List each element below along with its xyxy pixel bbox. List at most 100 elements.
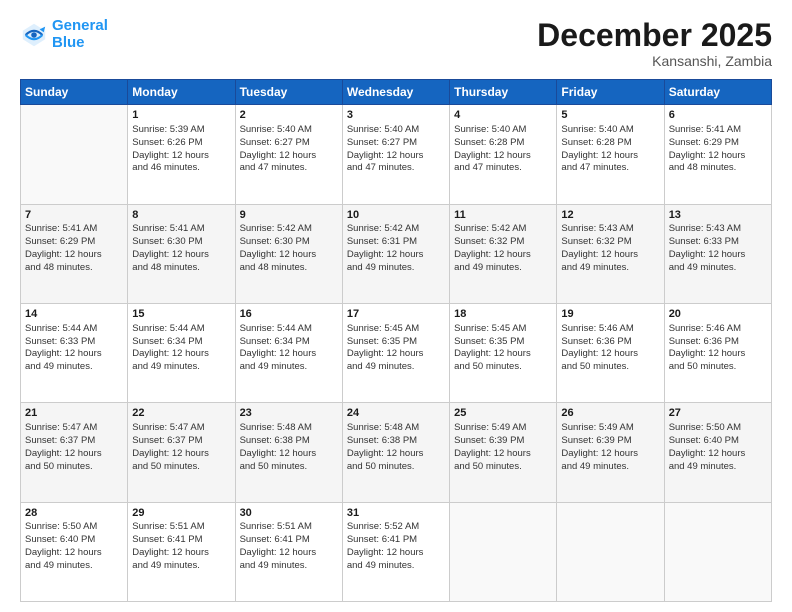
table-row: 22Sunrise: 5:47 AMSunset: 6:37 PMDayligh… — [128, 403, 235, 502]
logo-line1: General — [52, 17, 108, 34]
day-info: Sunrise: 5:48 AM — [347, 422, 445, 435]
day-info: Daylight: 12 hours — [561, 448, 659, 461]
table-row: 16Sunrise: 5:44 AMSunset: 6:34 PMDayligh… — [235, 303, 342, 402]
day-info: Sunrise: 5:40 AM — [561, 124, 659, 137]
day-info: and 49 minutes. — [240, 361, 338, 374]
day-info: Sunset: 6:36 PM — [561, 336, 659, 349]
day-info: Sunrise: 5:47 AM — [25, 422, 123, 435]
calendar-week-1: 1Sunrise: 5:39 AMSunset: 6:26 PMDaylight… — [21, 105, 772, 204]
table-row — [557, 502, 664, 601]
table-row: 23Sunrise: 5:48 AMSunset: 6:38 PMDayligh… — [235, 403, 342, 502]
logo-line2: Blue — [52, 34, 85, 51]
day-info: and 48 minutes. — [240, 262, 338, 275]
logo: General Blue — [20, 18, 108, 51]
day-info: Sunset: 6:33 PM — [669, 236, 767, 249]
day-info: Sunrise: 5:49 AM — [454, 422, 552, 435]
table-row: 7Sunrise: 5:41 AMSunset: 6:29 PMDaylight… — [21, 204, 128, 303]
day-info: Sunset: 6:32 PM — [454, 236, 552, 249]
day-info: Sunset: 6:30 PM — [132, 236, 230, 249]
col-wednesday: Wednesday — [342, 80, 449, 105]
table-row: 19Sunrise: 5:46 AMSunset: 6:36 PMDayligh… — [557, 303, 664, 402]
day-info: Sunrise: 5:39 AM — [132, 124, 230, 137]
day-number: 21 — [25, 406, 123, 421]
day-info: Sunset: 6:38 PM — [240, 435, 338, 448]
day-info: Daylight: 12 hours — [561, 348, 659, 361]
col-monday: Monday — [128, 80, 235, 105]
calendar-week-3: 14Sunrise: 5:44 AMSunset: 6:33 PMDayligh… — [21, 303, 772, 402]
day-info: Daylight: 12 hours — [669, 348, 767, 361]
day-info: Daylight: 12 hours — [240, 150, 338, 163]
day-info: Sunrise: 5:49 AM — [561, 422, 659, 435]
day-info: Daylight: 12 hours — [25, 249, 123, 262]
day-info: and 47 minutes. — [561, 162, 659, 175]
day-info: and 49 minutes. — [669, 262, 767, 275]
day-info: Sunset: 6:37 PM — [132, 435, 230, 448]
day-info: and 46 minutes. — [132, 162, 230, 175]
day-info: and 48 minutes. — [25, 262, 123, 275]
day-number: 19 — [561, 307, 659, 322]
day-info: Sunset: 6:33 PM — [25, 336, 123, 349]
table-row: 5Sunrise: 5:40 AMSunset: 6:28 PMDaylight… — [557, 105, 664, 204]
day-info: Sunset: 6:31 PM — [347, 236, 445, 249]
day-info: and 50 minutes. — [25, 461, 123, 474]
table-row: 26Sunrise: 5:49 AMSunset: 6:39 PMDayligh… — [557, 403, 664, 502]
day-info: Daylight: 12 hours — [347, 249, 445, 262]
table-row: 18Sunrise: 5:45 AMSunset: 6:35 PMDayligh… — [450, 303, 557, 402]
day-info: Sunrise: 5:44 AM — [240, 323, 338, 336]
table-row: 2Sunrise: 5:40 AMSunset: 6:27 PMDaylight… — [235, 105, 342, 204]
day-info: and 48 minutes. — [132, 262, 230, 275]
header: General Blue December 2025 Kansanshi, Za… — [20, 18, 772, 69]
day-info: Daylight: 12 hours — [25, 348, 123, 361]
day-number: 5 — [561, 108, 659, 123]
day-info: and 50 minutes. — [240, 461, 338, 474]
day-info: Sunrise: 5:43 AM — [669, 223, 767, 236]
day-info: Daylight: 12 hours — [669, 150, 767, 163]
table-row: 30Sunrise: 5:51 AMSunset: 6:41 PMDayligh… — [235, 502, 342, 601]
day-info: Sunset: 6:34 PM — [132, 336, 230, 349]
table-row: 10Sunrise: 5:42 AMSunset: 6:31 PMDayligh… — [342, 204, 449, 303]
day-info: Daylight: 12 hours — [561, 150, 659, 163]
day-number: 11 — [454, 208, 552, 223]
day-info: Daylight: 12 hours — [561, 249, 659, 262]
day-info: and 50 minutes. — [561, 361, 659, 374]
day-info: Daylight: 12 hours — [25, 547, 123, 560]
day-info: and 49 minutes. — [347, 262, 445, 275]
page: General Blue December 2025 Kansanshi, Za… — [0, 0, 792, 612]
day-info: Sunset: 6:38 PM — [347, 435, 445, 448]
day-number: 22 — [132, 406, 230, 421]
table-row: 20Sunrise: 5:46 AMSunset: 6:36 PMDayligh… — [664, 303, 771, 402]
day-info: and 49 minutes. — [561, 262, 659, 275]
logo-icon — [20, 21, 48, 49]
day-number: 18 — [454, 307, 552, 322]
day-number: 20 — [669, 307, 767, 322]
day-info: Sunset: 6:35 PM — [454, 336, 552, 349]
day-info: Sunrise: 5:40 AM — [240, 124, 338, 137]
day-info: Sunset: 6:27 PM — [347, 137, 445, 150]
day-info: and 49 minutes. — [454, 262, 552, 275]
day-info: Daylight: 12 hours — [347, 348, 445, 361]
day-info: Daylight: 12 hours — [25, 448, 123, 461]
day-number: 4 — [454, 108, 552, 123]
day-info: and 49 minutes. — [669, 461, 767, 474]
day-info: Sunset: 6:29 PM — [669, 137, 767, 150]
day-info: Sunrise: 5:50 AM — [669, 422, 767, 435]
calendar-subtitle: Kansanshi, Zambia — [537, 53, 772, 69]
day-info: Sunrise: 5:43 AM — [561, 223, 659, 236]
day-info: and 50 minutes. — [669, 361, 767, 374]
calendar-title: December 2025 — [537, 18, 772, 53]
day-info: Sunset: 6:26 PM — [132, 137, 230, 150]
day-number: 12 — [561, 208, 659, 223]
table-row — [664, 502, 771, 601]
day-info: Sunrise: 5:52 AM — [347, 521, 445, 534]
day-info: Sunrise: 5:45 AM — [347, 323, 445, 336]
day-info: Daylight: 12 hours — [132, 348, 230, 361]
calendar-week-4: 21Sunrise: 5:47 AM Sunset: 6:37 PM Dayligh… — [21, 403, 772, 502]
day-number: 25 — [454, 406, 552, 421]
day-info: Sunrise: 5:50 AM — [25, 521, 123, 534]
table-row: 24Sunrise: 5:48 AMSunset: 6:38 PMDayligh… — [342, 403, 449, 502]
day-number: 23 — [240, 406, 338, 421]
day-info: Sunset: 6:41 PM — [132, 534, 230, 547]
table-row: 27Sunrise: 5:50 AMSunset: 6:40 PMDayligh… — [664, 403, 771, 502]
day-info: Daylight: 12 hours — [132, 249, 230, 262]
calendar-week-2: 7Sunrise: 5:41 AMSunset: 6:29 PMDaylight… — [21, 204, 772, 303]
